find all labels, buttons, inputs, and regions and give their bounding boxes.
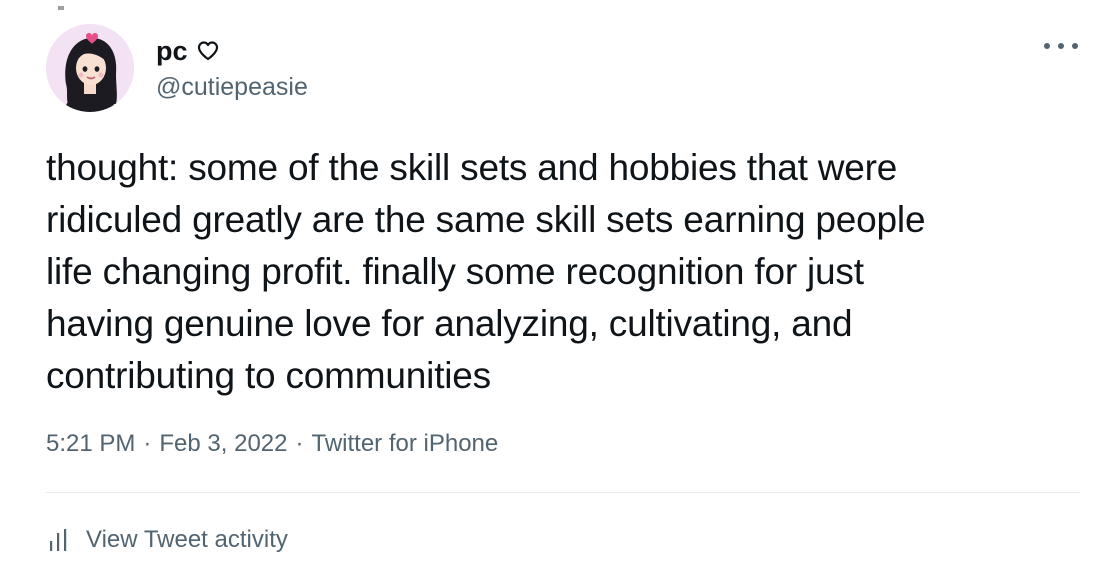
- more-horizontal-icon: [1044, 43, 1050, 49]
- divider: [46, 492, 1080, 493]
- meta-separator: ·: [295, 430, 304, 457]
- view-tweet-activity-label[interactable]: View Tweet activity: [86, 526, 288, 554]
- meta-separator: ·: [143, 430, 152, 457]
- user-handle[interactable]: @cutiepeasie: [156, 72, 308, 102]
- avatar[interactable]: [46, 24, 134, 112]
- avatar-illustration: [46, 24, 134, 112]
- tweet-text: thought: some of the skill sets and hobb…: [46, 147, 926, 396]
- tweet-metadata: 5:21 PM · Feb 3, 2022 · Twitter for iPho…: [46, 428, 498, 460]
- tweet-date[interactable]: Feb 3, 2022: [159, 428, 287, 460]
- stats-icon: [46, 527, 72, 553]
- tweet-card: pc @cutiepeasie thought: some of the ski…: [0, 0, 1108, 586]
- more-options-button[interactable]: [1044, 34, 1078, 58]
- scroll-marker: [58, 6, 64, 10]
- heart-icon: [196, 39, 220, 63]
- tweet-time[interactable]: 5:21 PM: [46, 428, 135, 460]
- more-horizontal-icon-dot: [1058, 43, 1064, 49]
- tweet-source[interactable]: Twitter for iPhone: [312, 428, 499, 460]
- more-horizontal-icon-dot: [1072, 43, 1078, 49]
- display-name-row[interactable]: pc: [156, 36, 308, 66]
- author-info: pc @cutiepeasie: [156, 36, 308, 102]
- display-name[interactable]: pc: [156, 36, 188, 66]
- view-tweet-activity-button[interactable]: View Tweet activity: [46, 526, 288, 554]
